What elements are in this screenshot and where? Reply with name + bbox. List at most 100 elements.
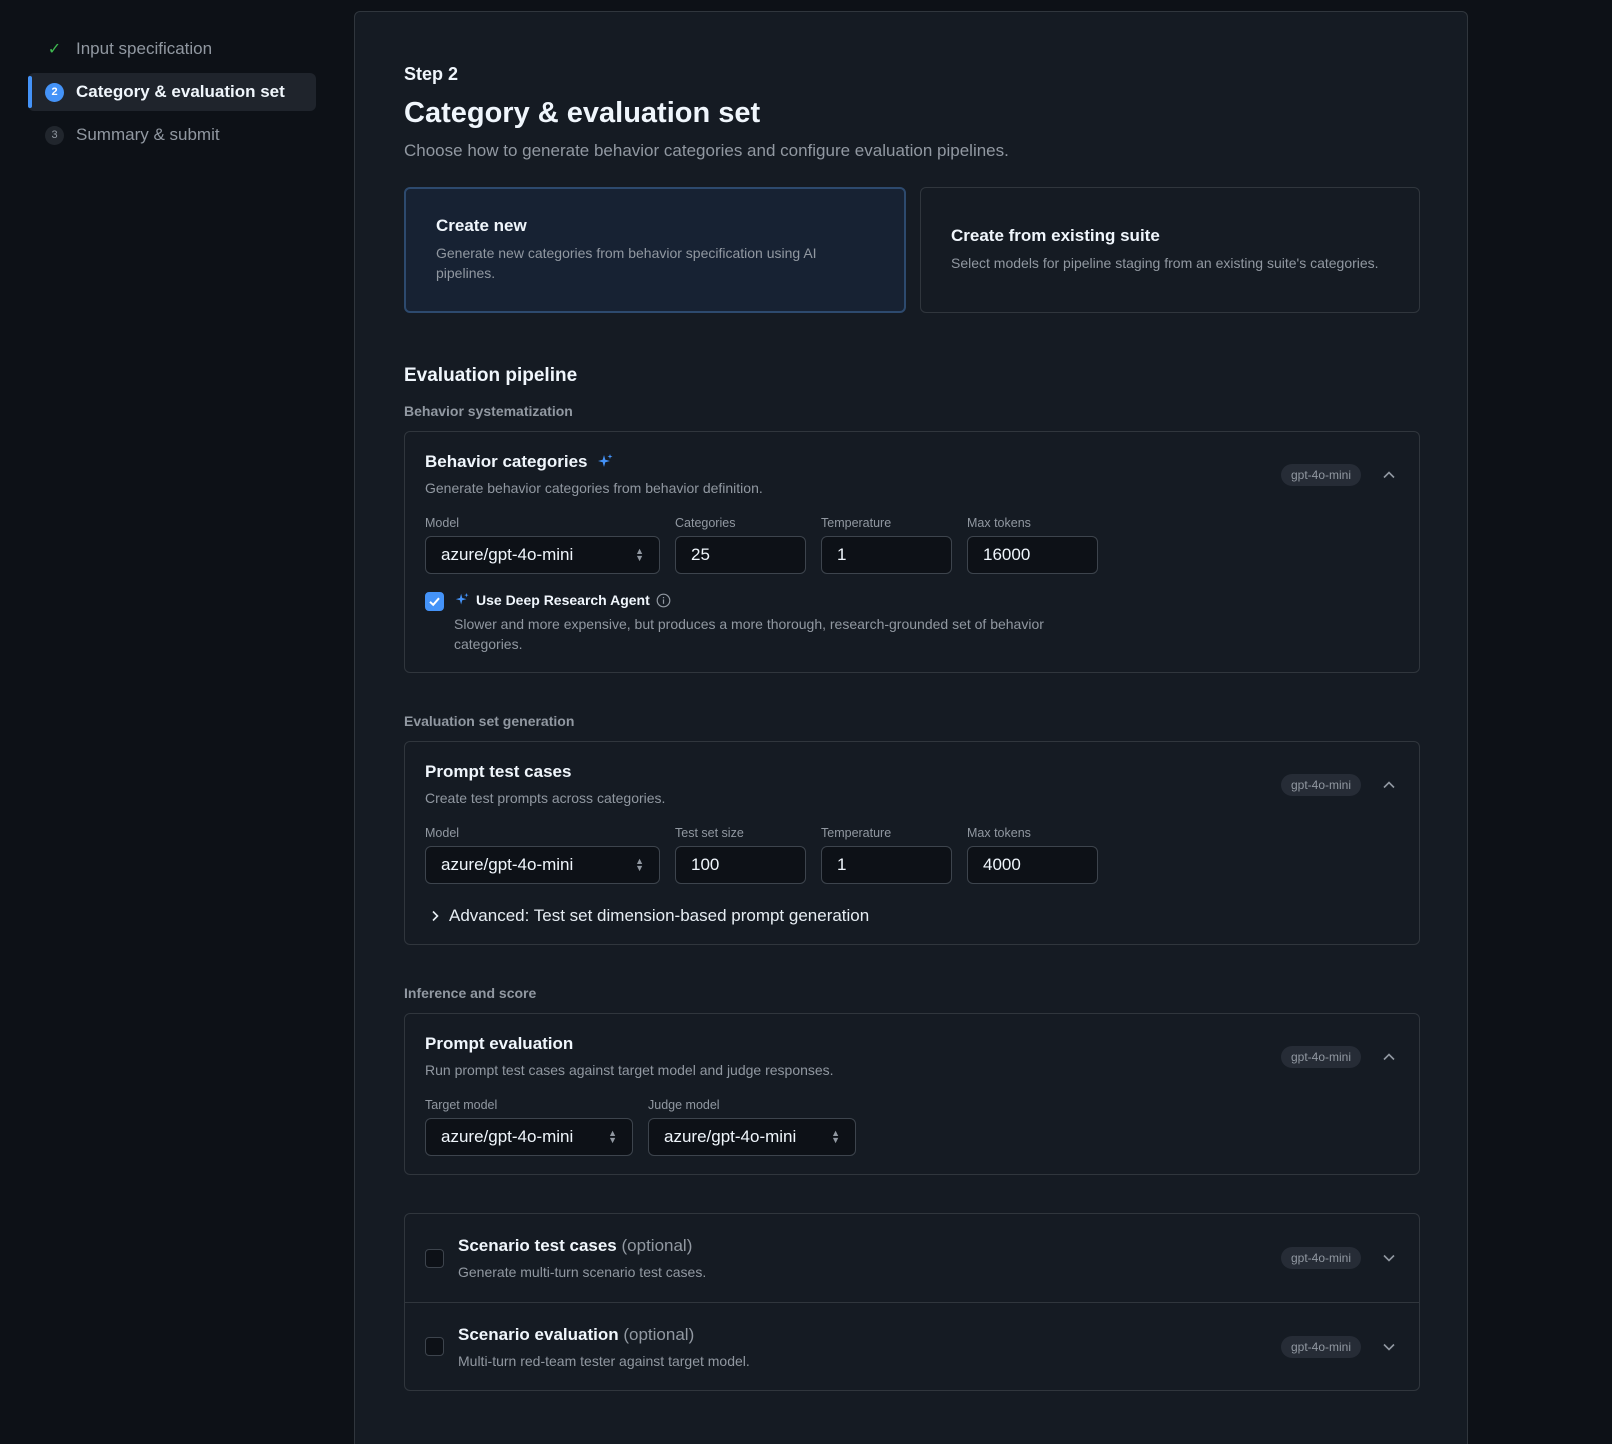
advanced-toggle[interactable]: Advanced: Test set dimension-based promp… [425, 906, 1399, 926]
prompt-fields: Model azure/gpt-4o-mini ▲ ▼ Test set size… [425, 826, 1399, 885]
select-arrows-icon: ▲ ▼ [635, 546, 644, 563]
model-field: Model azure/gpt-4o-mini ▲ ▼ [425, 826, 660, 885]
optional-tag: (optional) [621, 1236, 693, 1256]
field-label: Max tokens [967, 826, 1031, 841]
section-title: Evaluation pipeline [404, 365, 578, 386]
chevron-down-icon[interactable] [1379, 1337, 1399, 1357]
field-label: Target model [425, 1098, 498, 1113]
option-title: Scenario evaluation (optional) [458, 1325, 750, 1345]
page-description: Choose how to generate behavior categori… [404, 141, 1009, 160]
chevron-right-icon [429, 906, 441, 926]
categories-field: Categories 25 [675, 516, 806, 574]
behavior-fields: Model azure/gpt-4o-mini ▲ ▼ Categories 25… [425, 516, 1399, 574]
chevron-up-icon[interactable] [1379, 1047, 1399, 1067]
mode-selector: Create new Generate new categories from … [404, 187, 1420, 313]
model-select[interactable]: azure/gpt-4o-mini ▲ ▼ [425, 846, 660, 885]
model-badge: gpt-4o-mini [1280, 1046, 1361, 1069]
select-arrows-icon: ▲ ▼ [608, 1128, 617, 1146]
card-description: Run prompt test cases against target mod… [425, 1062, 834, 1079]
card-title: Behavior categories [425, 452, 763, 472]
group-label-inference: Inference and score [404, 985, 537, 1002]
chevron-up-icon[interactable] [1379, 465, 1399, 485]
deep-research-checkbox[interactable] [425, 592, 444, 611]
option-description: Multi-turn red-team tester against targe… [458, 1352, 750, 1369]
field-label: Model [425, 826, 460, 841]
advanced-label: Advanced: Test set dimension-based promp… [449, 906, 870, 926]
optional-steps-group: Scenario test cases (optional) Generate … [404, 1213, 1420, 1392]
max-tokens-field: Max tokens 4000 [967, 826, 1098, 885]
deep-research-label: Use Deep Research Agent [476, 592, 650, 608]
option-title-text: Scenario evaluation [458, 1324, 619, 1344]
step-summary-submit[interactable]: 3 Summary & submit [28, 116, 316, 154]
option-description: Generate multi-turn scenario test cases. [458, 1264, 707, 1281]
field-label: Temperature [821, 826, 892, 841]
wizard-steps-nav: ✓ Input specification 2 Category & evalu… [28, 30, 316, 159]
info-icon[interactable] [656, 593, 671, 608]
card-title: Prompt evaluation [425, 1034, 574, 1054]
card-title: Prompt test cases [425, 762, 572, 782]
check-icon: ✓ [47, 41, 62, 58]
prompt-evaluation-card: Prompt evaluation Run prompt test cases … [404, 1013, 1420, 1176]
group-label-evalset: Evaluation set generation [404, 713, 575, 730]
temperature-field: Temperature 1 [821, 826, 952, 885]
field-label: Test set size [675, 826, 744, 841]
mode-description: Generate new categories from behavior sp… [436, 245, 817, 281]
sparkle-icon [455, 592, 469, 605]
mode-title: Create new [436, 216, 527, 236]
temperature-input[interactable]: 1 [821, 846, 952, 885]
card-description: Create test prompts across categories. [425, 790, 666, 807]
select-value: azure/gpt-4o-mini [441, 545, 574, 564]
select-value: azure/gpt-4o-mini [441, 1127, 574, 1147]
field-label: Temperature [821, 516, 892, 530]
page-title: Category & evaluation set [404, 97, 761, 129]
model-field: Model azure/gpt-4o-mini ▲ ▼ [425, 516, 660, 574]
evaluation-fields: Target model azure/gpt-4o-mini ▲ ▼ Judge … [425, 1098, 1399, 1157]
mode-create-new-card[interactable]: Create new Generate new categories from … [404, 187, 906, 313]
step-indicator: Step 2 [404, 64, 459, 84]
card-title-text: Behavior categories [425, 452, 588, 471]
max-tokens-field: Max tokens 16000 [967, 516, 1098, 574]
test-set-size-input[interactable]: 100 [675, 846, 806, 885]
judge-model-select[interactable]: azure/gpt-4o-mini ▲ ▼ [648, 1118, 856, 1157]
deep-research-option: Use Deep Research Agent Slower and more … [425, 592, 1399, 654]
step-label: Input specification [76, 39, 213, 58]
scenario-test-cases-checkbox[interactable] [425, 1248, 444, 1268]
max-tokens-input[interactable]: 16000 [967, 536, 1098, 574]
behavior-categories-card: Behavior categories Generate behavior ca… [404, 431, 1420, 674]
model-select[interactable]: azure/gpt-4o-mini ▲ ▼ [425, 536, 660, 574]
field-label: Model [425, 516, 460, 530]
panel-content: Step 2 Category & evaluation set Choose … [404, 64, 1420, 1392]
mode-existing-suite-card[interactable]: Create from existing suite Select models… [920, 187, 1420, 313]
step-number-badge: 3 [45, 125, 64, 145]
step-category-evaluation-set[interactable]: 2 Category & evaluation set [28, 73, 316, 111]
chevron-down-icon[interactable] [1379, 1248, 1399, 1268]
model-badge: gpt-4o-mini [1280, 774, 1361, 797]
scenario-evaluation-checkbox[interactable] [425, 1337, 444, 1357]
step-label: Summary & submit [76, 125, 220, 144]
target-model-select[interactable]: azure/gpt-4o-mini ▲ ▼ [425, 1118, 633, 1157]
option-title-text: Scenario test cases [458, 1236, 617, 1256]
step-number-badge: 2 [45, 82, 64, 102]
mode-description: Select models for pipeline staging from … [951, 255, 1379, 272]
categories-input[interactable]: 25 [675, 536, 806, 574]
group-label-behavior: Behavior systematization [404, 403, 573, 419]
max-tokens-input[interactable]: 4000 [967, 846, 1098, 885]
optional-tag: (optional) [623, 1324, 695, 1344]
field-label: Max tokens [967, 516, 1031, 530]
step-input-specification[interactable]: ✓ Input specification [28, 30, 316, 68]
scenario-test-cases-row[interactable]: Scenario test cases (optional) Generate … [405, 1214, 1419, 1302]
sparkle-icon [597, 454, 613, 467]
select-arrows-icon: ▲ ▼ [635, 856, 644, 874]
mode-title: Create from existing suite [951, 226, 1160, 246]
chevron-up-icon[interactable] [1379, 775, 1399, 795]
step-label: Category & evaluation set [76, 82, 285, 101]
test-set-size-field: Test set size 100 [675, 826, 806, 885]
scenario-evaluation-row[interactable]: Scenario evaluation (optional) Multi-tur… [405, 1302, 1419, 1390]
main-panel: Step 2 Category & evaluation set Choose … [354, 11, 1468, 1444]
option-title: Scenario test cases (optional) [458, 1236, 706, 1256]
temperature-input[interactable]: 1 [821, 536, 952, 574]
temperature-field: Temperature 1 [821, 516, 952, 574]
deep-research-title: Use Deep Research Agent [454, 592, 1094, 608]
model-badge: gpt-4o-mini [1280, 464, 1361, 486]
select-value: azure/gpt-4o-mini [664, 1127, 797, 1147]
